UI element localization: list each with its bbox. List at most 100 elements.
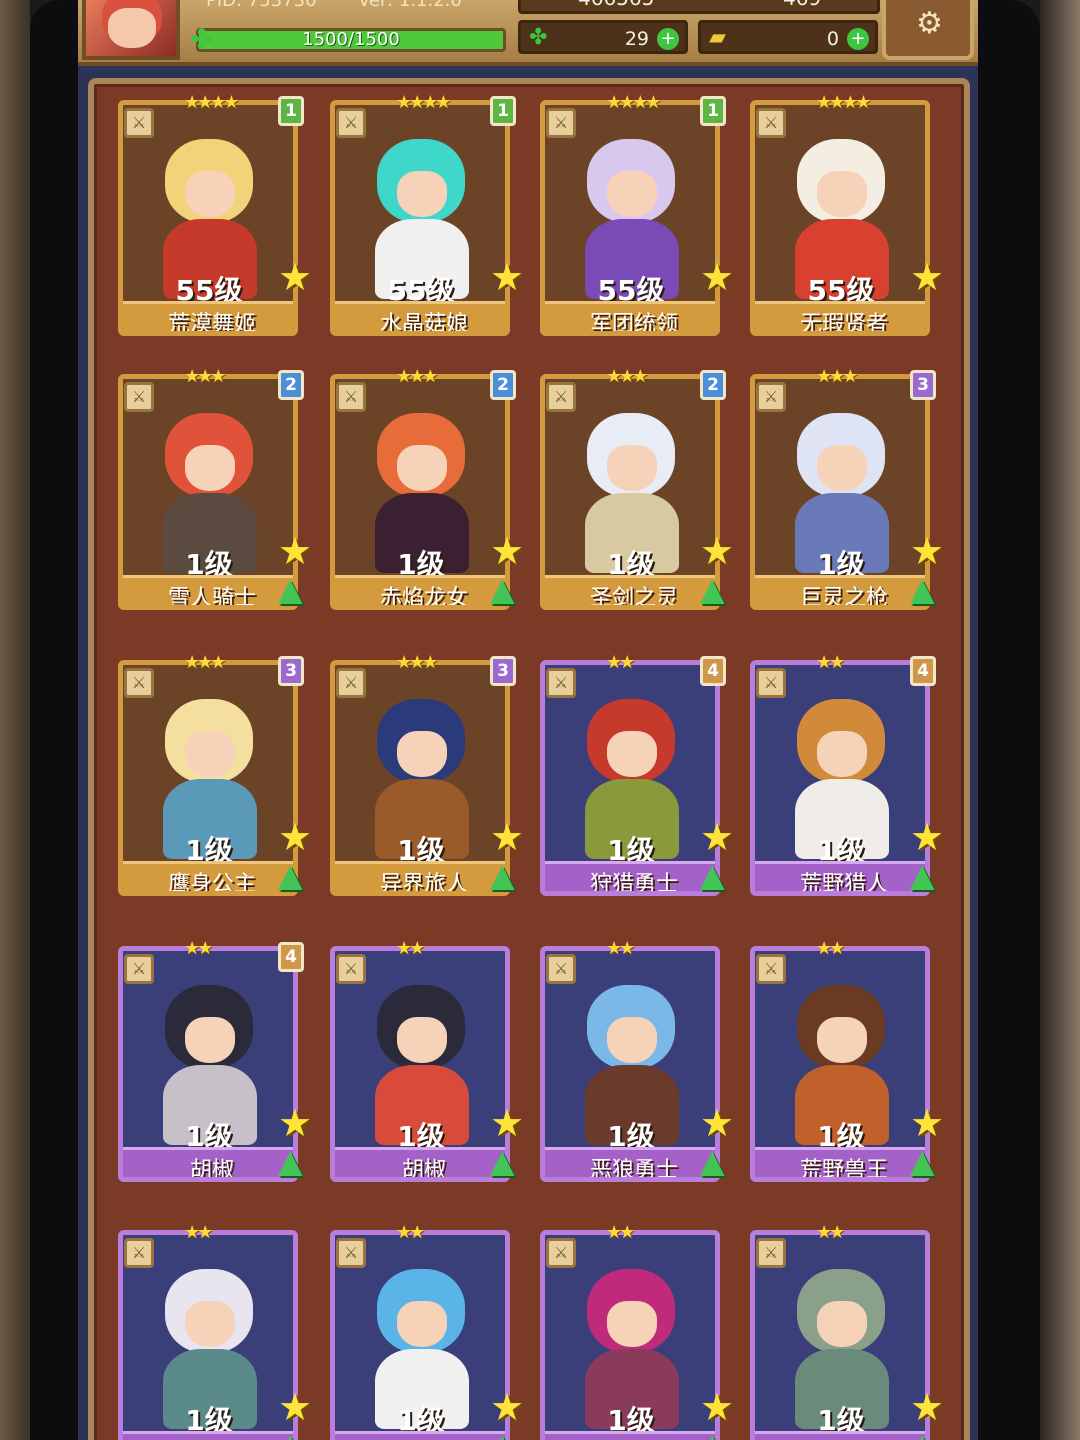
hero-card[interactable]: 55级 水晶菇娘 ★★★★ ⚔ 1 ★ bbox=[330, 92, 524, 340]
sword-icon[interactable]: ⚔ bbox=[756, 668, 786, 698]
background-left bbox=[0, 0, 30, 1440]
hero-card[interactable]: 1级 胡椒 ★★ ⚔ 4 ★ ▲ bbox=[118, 938, 312, 1186]
hero-stars: ★★★ bbox=[184, 366, 226, 387]
clover-count: 29 bbox=[624, 28, 649, 50]
hero-card[interactable]: 1级 荒野兽王 ★★ ⚔ ★ ▲ bbox=[750, 938, 944, 1186]
sword-icon[interactable]: ⚔ bbox=[546, 668, 576, 698]
sword-icon[interactable]: ⚔ bbox=[336, 1238, 366, 1268]
sword-icon[interactable]: ⚔ bbox=[756, 108, 786, 138]
hero-card[interactable]: 1级 恶狼勇士 ★★ ⚔ ★ ▲ bbox=[540, 938, 734, 1186]
tree-icon[interactable]: ▲ bbox=[490, 572, 515, 606]
add-clover-button[interactable]: + bbox=[657, 28, 679, 50]
stamina-text: 1500/1500 bbox=[302, 29, 400, 50]
hero-card[interactable]: 1级 鹰身公主 ★★★ ⚔ 3 ★ ▲ bbox=[118, 652, 312, 900]
sword-icon[interactable]: ⚔ bbox=[756, 954, 786, 984]
sword-icon[interactable]: ⚔ bbox=[756, 1238, 786, 1268]
tree-icon[interactable]: ▲ bbox=[490, 858, 515, 892]
hero-face bbox=[185, 171, 235, 217]
hero-nameplate: 胡椒 bbox=[123, 1147, 293, 1177]
star-icon[interactable]: ★ bbox=[910, 818, 944, 856]
hero-stars: ★★★★ bbox=[184, 92, 240, 113]
sword-icon[interactable]: ⚔ bbox=[124, 108, 154, 138]
hero-card[interactable]: 1级 ★★ ⚔ ★▲ bbox=[750, 1222, 944, 1440]
star-icon[interactable]: ★ bbox=[490, 1104, 524, 1142]
star-icon[interactable]: ★ bbox=[700, 1104, 734, 1142]
stamina-bar: 1500/1500 bbox=[196, 28, 506, 52]
tree-icon[interactable]: ▲ bbox=[700, 572, 725, 606]
hero-card[interactable]: 1级 荒野猎人 ★★ ⚔ 4 ★ ▲ bbox=[750, 652, 944, 900]
star-icon[interactable]: ★ bbox=[700, 1388, 734, 1426]
hero-stars: ★★ bbox=[816, 938, 845, 959]
star-icon[interactable]: ★ bbox=[700, 532, 734, 570]
hero-nameplate: 赤焰龙女 bbox=[335, 575, 505, 605]
tree-icon[interactable]: ▲ bbox=[278, 572, 303, 606]
tree-icon[interactable]: ▲ bbox=[700, 858, 725, 892]
sword-icon[interactable]: ⚔ bbox=[546, 382, 576, 412]
hero-card[interactable]: 55级 军团统领 ★★★★ ⚔ 1 ★ bbox=[540, 92, 734, 340]
hero-stars: ★★ bbox=[396, 938, 425, 959]
star-icon[interactable]: ★ bbox=[700, 818, 734, 856]
sword-icon[interactable]: ⚔ bbox=[336, 108, 366, 138]
star-icon[interactable]: ★ bbox=[700, 258, 734, 296]
star-icon[interactable]: ★ bbox=[910, 1104, 944, 1142]
hero-nameplate bbox=[545, 1431, 715, 1440]
hero-card[interactable]: 1级 ★★ ⚔ ★▲ bbox=[330, 1222, 524, 1440]
star-icon[interactable]: ★ bbox=[278, 258, 312, 296]
hero-card[interactable]: 1级 巨灵之枪 ★★★ ⚔ 3 ★ ▲ bbox=[750, 366, 944, 614]
hero-card[interactable]: 1级 异界旅人 ★★★ ⚔ 3 ★ ▲ bbox=[330, 652, 524, 900]
sword-icon[interactable]: ⚔ bbox=[546, 1238, 576, 1268]
star-icon[interactable]: ★ bbox=[278, 1104, 312, 1142]
player-avatar[interactable] bbox=[82, 0, 180, 60]
tree-icon[interactable]: ▲ bbox=[278, 1428, 303, 1440]
star-icon[interactable]: ★ bbox=[278, 532, 312, 570]
tree-icon[interactable]: ▲ bbox=[700, 1428, 725, 1440]
star-icon[interactable]: ★ bbox=[278, 818, 312, 856]
star-icon[interactable]: ★ bbox=[490, 258, 524, 296]
hero-nameplate: 荒漠舞姬 bbox=[123, 301, 293, 331]
sword-icon[interactable]: ⚔ bbox=[546, 954, 576, 984]
add-ticket-button[interactable]: + bbox=[847, 28, 869, 50]
tree-icon[interactable]: ▲ bbox=[910, 1428, 935, 1440]
sword-icon[interactable]: ⚔ bbox=[124, 1238, 154, 1268]
tree-icon[interactable]: ▲ bbox=[910, 572, 935, 606]
hero-nameplate: 军团统领 bbox=[545, 301, 715, 331]
tree-icon[interactable]: ▲ bbox=[490, 1144, 515, 1178]
sword-icon[interactable]: ⚔ bbox=[546, 108, 576, 138]
tree-icon[interactable]: ▲ bbox=[278, 858, 303, 892]
settings-button[interactable]: ⚙ bbox=[882, 0, 974, 60]
star-icon[interactable]: ★ bbox=[490, 818, 524, 856]
star-icon[interactable]: ★ bbox=[278, 1388, 312, 1426]
tree-icon[interactable]: ▲ bbox=[910, 1144, 935, 1178]
top-bar: PID: 753730 Ver: 1.1.2.0 466565 469 1500… bbox=[78, 0, 978, 66]
hero-face bbox=[185, 1017, 235, 1063]
hero-card[interactable]: 1级 雪人骑士 ★★★ ⚔ 2 ★ ▲ bbox=[118, 366, 312, 614]
hero-card[interactable]: 1级 ★★ ⚔ ★▲ bbox=[118, 1222, 312, 1440]
sword-icon[interactable]: ⚔ bbox=[756, 382, 786, 412]
sword-icon[interactable]: ⚔ bbox=[336, 382, 366, 412]
hero-card[interactable]: 55级 荒漠舞姬 ★★★★ ⚔ 1 ★ bbox=[118, 92, 312, 340]
hero-face bbox=[607, 171, 657, 217]
sword-icon[interactable]: ⚔ bbox=[336, 954, 366, 984]
star-icon[interactable]: ★ bbox=[910, 1388, 944, 1426]
star-icon[interactable]: ★ bbox=[910, 258, 944, 296]
hero-stars: ★★★ bbox=[396, 652, 438, 673]
star-icon[interactable]: ★ bbox=[490, 1388, 524, 1426]
hero-nameplate: 恶狼勇士 bbox=[545, 1147, 715, 1177]
star-icon[interactable]: ★ bbox=[490, 532, 524, 570]
sword-icon[interactable]: ⚔ bbox=[124, 954, 154, 984]
tree-icon[interactable]: ▲ bbox=[700, 1144, 725, 1178]
hero-card[interactable]: 55级 无瑕贤者 ★★★★ ⚔ ★ bbox=[750, 92, 944, 340]
sword-icon[interactable]: ⚔ bbox=[336, 668, 366, 698]
hero-card[interactable]: 1级 胡椒 ★★ ⚔ ★ ▲ bbox=[330, 938, 524, 1186]
tree-icon[interactable]: ▲ bbox=[278, 1144, 303, 1178]
hero-name: 无瑕贤者 bbox=[799, 312, 888, 336]
sword-icon[interactable]: ⚔ bbox=[124, 382, 154, 412]
hero-card[interactable]: 1级 赤焰龙女 ★★★ ⚔ 2 ★ ▲ bbox=[330, 366, 524, 614]
tree-icon[interactable]: ▲ bbox=[910, 858, 935, 892]
hero-card[interactable]: 1级 圣剑之灵 ★★★ ⚔ 2 ★ ▲ bbox=[540, 366, 734, 614]
sword-icon[interactable]: ⚔ bbox=[124, 668, 154, 698]
star-icon[interactable]: ★ bbox=[910, 532, 944, 570]
tree-icon[interactable]: ▲ bbox=[490, 1428, 515, 1440]
hero-card[interactable]: 1级 ★★ ⚔ ★▲ bbox=[540, 1222, 734, 1440]
hero-card[interactable]: 1级 狩猎勇士 ★★ ⚔ 4 ★ ▲ bbox=[540, 652, 734, 900]
